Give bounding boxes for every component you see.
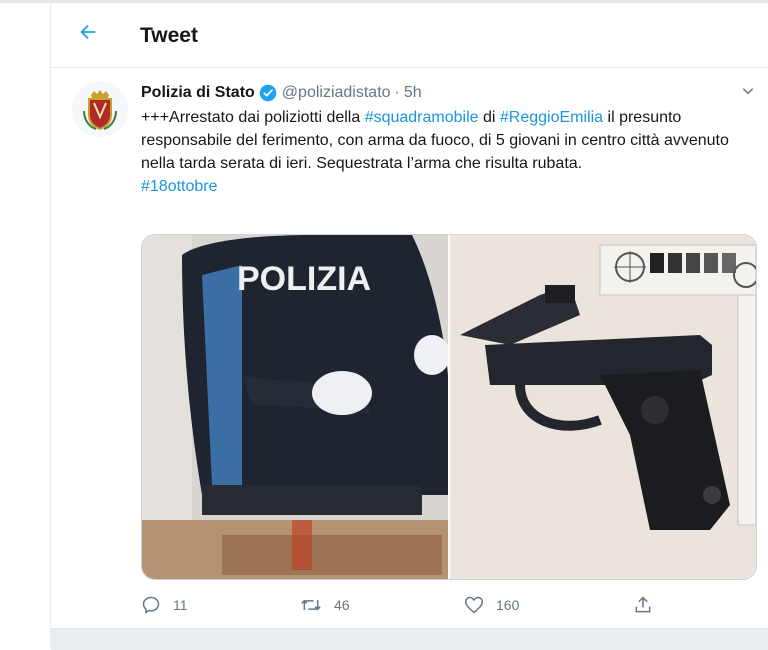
- like-count: 160: [496, 597, 520, 613]
- avatar[interactable]: [72, 81, 128, 137]
- tweet-header: Polizia di Stato @poliziadistato · 5h: [141, 82, 422, 104]
- more-options-button[interactable]: [736, 81, 760, 101]
- share-button[interactable]: [633, 592, 653, 618]
- tweet-text-part: +++Arrestato dai poliziotti della: [141, 109, 365, 126]
- photo-pistol[interactable]: [450, 235, 756, 579]
- hashtag-link[interactable]: #ReggioEmilia: [500, 109, 603, 126]
- hashtag-link[interactable]: #squadramobile: [365, 109, 479, 126]
- reply-button[interactable]: 11: [141, 592, 188, 618]
- retweet-icon: [301, 599, 321, 611]
- media-gallery: POLIZIA: [141, 234, 757, 580]
- page-title: Tweet: [140, 24, 198, 47]
- tweet-text-part: di: [478, 109, 500, 126]
- back-button[interactable]: [71, 15, 105, 49]
- tweet[interactable]: Polizia di Stato @poliziadistato · 5h ++…: [51, 68, 768, 628]
- separator-dot: ·: [394, 84, 400, 101]
- left-sidebar: [0, 3, 51, 649]
- share-icon: [635, 596, 651, 613]
- chevron-down-icon: [742, 88, 754, 95]
- heart-icon: [464, 596, 484, 614]
- verified-badge-icon: [259, 84, 277, 102]
- reply-count: 11: [173, 597, 188, 613]
- like-button[interactable]: 160: [464, 592, 519, 618]
- hashtag-link[interactable]: #18ottobre: [141, 178, 218, 195]
- officer-photo-image: POLIZIA: [142, 235, 448, 579]
- retweet-count: 46: [334, 597, 350, 613]
- retweet-button[interactable]: 46: [300, 592, 350, 618]
- display-name[interactable]: Polizia di Stato: [141, 84, 255, 102]
- tweet-text: +++Arrestato dai poliziotti della #squad…: [141, 106, 761, 198]
- police-crest-icon: [72, 81, 128, 137]
- bottom-divider: [51, 628, 768, 650]
- tweet-actions: 11 46 160: [141, 592, 761, 618]
- reply-icon: [142, 596, 160, 614]
- vest-text: POLIZIA: [237, 260, 371, 298]
- handle[interactable]: @poliziadistato: [282, 84, 391, 102]
- back-arrow-icon: [80, 24, 96, 40]
- timestamp[interactable]: 5h: [404, 84, 422, 102]
- photo-officer[interactable]: POLIZIA: [142, 235, 448, 579]
- pistol-photo-image: [450, 235, 756, 579]
- page-header: Tweet: [51, 3, 768, 68]
